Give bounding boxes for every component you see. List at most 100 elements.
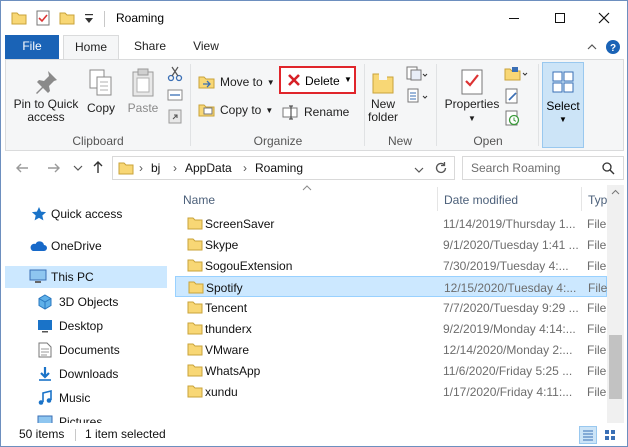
breadcrumb-appdata[interactable]: AppData: [185, 161, 232, 175]
file-date-modified: 7/7/2020/Tuesday 9:29 ...: [443, 301, 579, 315]
file-row[interactable]: WhatsApp 11/6/2020/Friday 5:25 ... File: [175, 360, 607, 381]
customize-dropdown-icon[interactable]: [83, 13, 95, 25]
copy-to-button[interactable]: Copy to ▼: [198, 100, 273, 120]
paste-button[interactable]: Paste: [124, 64, 162, 120]
details-view-icon: [583, 430, 593, 441]
file-row[interactable]: xundu 1/17/2020/Friday 4:11:... File: [175, 381, 607, 402]
computer-icon: [29, 269, 47, 283]
edit-icon[interactable]: [504, 88, 520, 104]
column-header-date[interactable]: Date modified: [444, 193, 518, 207]
file-name: Spotify: [206, 281, 243, 295]
file-name: thunderx: [205, 322, 252, 336]
copy-icon: [89, 69, 112, 96]
new-item-icon[interactable]: [406, 66, 428, 82]
nav-item-3d-objects[interactable]: 3D Objects: [1, 291, 167, 313]
new-folder-label-line2: folder: [367, 110, 399, 124]
search-input[interactable]: [462, 156, 624, 180]
up-arrow-icon[interactable]: [92, 160, 104, 174]
new-folder-button[interactable]: New folder: [364, 64, 402, 130]
file-name: Skype: [205, 238, 239, 252]
column-divider[interactable]: [581, 187, 582, 211]
breadcrumb-roaming[interactable]: Roaming: [255, 161, 303, 175]
star-icon: [31, 207, 47, 221]
nav-item-quick-access[interactable]: Quick access: [1, 203, 167, 225]
details-view-button[interactable]: [579, 426, 597, 444]
minimize-button[interactable]: [491, 1, 537, 35]
address-bar[interactable]: › bj › AppData › Roaming: [112, 156, 455, 180]
maximize-button[interactable]: [537, 1, 583, 35]
column-header-name[interactable]: Name: [183, 193, 215, 207]
refresh-icon[interactable]: [434, 161, 448, 175]
back-arrow-icon[interactable]: [15, 162, 29, 174]
select-label: Select: [546, 99, 580, 113]
folder-icon: [188, 281, 204, 294]
copy-button[interactable]: Copy: [84, 64, 118, 120]
folder-icon: [187, 259, 203, 272]
move-to-icon: [198, 76, 215, 89]
move-to-button[interactable]: Move to ▼: [198, 72, 275, 92]
file-row[interactable]: VMware 12/14/2020/Monday 2:... File: [175, 339, 607, 360]
nav-label: Quick access: [51, 207, 123, 221]
select-grid-icon: [552, 71, 574, 93]
nav-item-music[interactable]: Music: [1, 387, 167, 409]
help-icon[interactable]: ?: [605, 39, 621, 55]
cut-icon[interactable]: [167, 66, 183, 82]
forward-arrow-icon[interactable]: [47, 162, 61, 174]
pin-label-line2: access: [27, 110, 65, 124]
clipboard-group-label: Clipboard: [72, 134, 124, 148]
tab-file[interactable]: File: [5, 35, 59, 59]
recent-locations-icon[interactable]: [73, 164, 83, 172]
address-dropdown-icon[interactable]: [414, 166, 424, 174]
breadcrumb-bj[interactable]: bj: [151, 161, 160, 175]
expand-ribbon-icon[interactable]: [587, 43, 597, 51]
tab-home[interactable]: Home: [63, 35, 119, 60]
column-header-type[interactable]: Typ: [588, 193, 607, 207]
file-row[interactable]: Skype 9/1/2020/Tuesday 1:41 ... File: [175, 234, 607, 255]
history-icon[interactable]: [504, 110, 520, 126]
nav-item-downloads[interactable]: Downloads: [1, 363, 167, 385]
file-type: File: [587, 343, 607, 357]
paste-shortcut-icon[interactable]: [167, 108, 183, 124]
large-icons-view-button[interactable]: [601, 426, 619, 444]
close-button[interactable]: [581, 1, 627, 35]
folder-icon: [187, 385, 203, 398]
properties-button[interactable]: Properties ▼: [442, 64, 502, 130]
scroll-up-icon[interactable]: [611, 189, 620, 195]
file-type: File: [587, 322, 607, 336]
copy-path-icon[interactable]: [167, 88, 183, 102]
folder-icon[interactable]: [11, 10, 27, 26]
nav-item-documents[interactable]: Documents: [1, 339, 167, 361]
ribbon-tabs: File Home Share View ?: [1, 35, 627, 60]
open-icon[interactable]: [504, 66, 530, 82]
rename-button[interactable]: Rename: [282, 102, 349, 122]
column-divider[interactable]: [437, 187, 438, 211]
file-row[interactable]: thunderx 9/2/2019/Monday 4:14:... File: [175, 318, 607, 339]
tab-share[interactable]: Share: [123, 35, 177, 59]
pin-to-quick-access-button[interactable]: Pin to Quick access: [10, 64, 82, 130]
tab-view[interactable]: View: [181, 35, 231, 59]
nav-item-pictures[interactable]: Pictures: [1, 411, 167, 423]
window-title: Roaming: [116, 11, 165, 25]
file-type: File: [587, 301, 607, 315]
new-folder-icon[interactable]: [59, 10, 75, 26]
properties-check-icon[interactable]: [35, 10, 51, 26]
file-row[interactable]: Spotify 12/15/2020/Tuesday 4:... File: [175, 276, 607, 297]
file-date-modified: 12/15/2020/Tuesday 4:...: [444, 281, 577, 295]
scrollbar-thumb[interactable]: [609, 335, 622, 399]
title-separator: [104, 11, 105, 27]
folder-icon: [187, 238, 203, 251]
folder-icon: [187, 322, 203, 335]
easy-access-icon[interactable]: [406, 88, 428, 104]
cloud-icon: [30, 241, 47, 251]
nav-item-onedrive[interactable]: OneDrive: [1, 235, 167, 257]
vertical-scrollbar[interactable]: [607, 185, 624, 423]
file-row[interactable]: Tencent 7/7/2020/Tuesday 9:29 ... File: [175, 297, 607, 318]
delete-button[interactable]: Delete ▼: [279, 66, 356, 94]
nav-label: Music: [59, 391, 91, 405]
file-row[interactable]: ScreenSaver 11/14/2019/Thursday 1... File: [175, 213, 607, 234]
search-icon[interactable]: [602, 162, 615, 175]
nav-item-desktop[interactable]: Desktop: [1, 315, 167, 337]
nav-item-this-pc[interactable]: This PC: [5, 266, 167, 288]
file-row[interactable]: SogouExtension 7/30/2019/Tuesday 4:... Fil…: [175, 255, 607, 276]
select-button[interactable]: Select ▼: [542, 62, 584, 148]
